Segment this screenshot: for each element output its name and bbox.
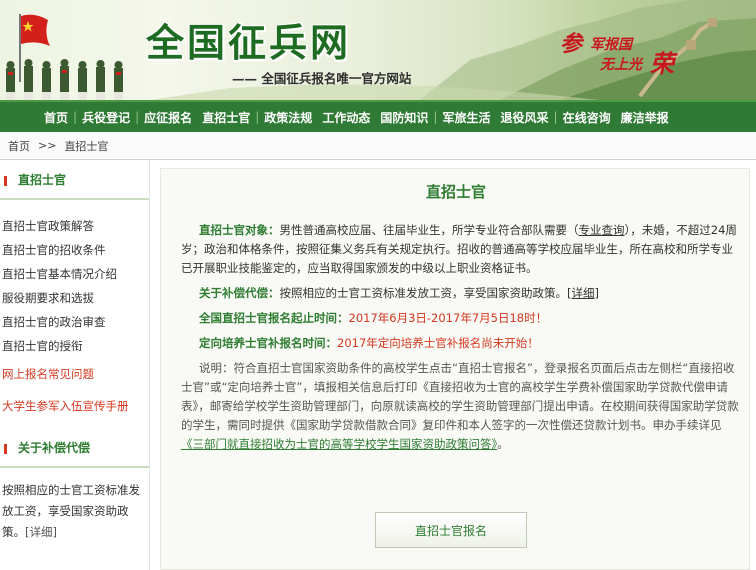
site-subtitle: —— 全国征兵报名唯一官方网站: [232, 71, 412, 86]
registration-time: 全国直招士官报名起止时间：2017年6月3日-2017年7月5日18时！: [181, 309, 741, 328]
sidebar-compensation-title: 关于补偿代偿: [0, 428, 149, 468]
compensation-paragraph: 关于补偿代偿：按照相应的士官工资标准发放工资，享受国家资助政策。[详细]: [181, 284, 741, 303]
nav-online-consult[interactable]: 在线咨询: [563, 109, 611, 126]
slogan-part-3: 无上光: [600, 57, 642, 73]
nav-veterans[interactable]: 退役风采: [501, 109, 549, 126]
sidebar-section-title: 直招士官: [0, 160, 149, 200]
nav-direct-nco[interactable]: 直招士官: [202, 109, 250, 126]
slogan-char-1: 参: [560, 31, 583, 57]
site-title: 全国征兵网: [146, 20, 352, 65]
directed-time-value: 2017年定向培养士官补报名尚未开始！: [337, 336, 539, 350]
target-text-a: 男性普通高校应届、往届毕业生，所学专业符合部队需要（: [279, 223, 579, 237]
slogan-char-4: 荣: [650, 49, 674, 78]
sidebar-item-signup-faq[interactable]: 网上报名常见问题: [0, 362, 149, 386]
slogan-part-2: 军报国: [590, 37, 632, 53]
directed-time-label: 定向培养士官补报名时间：: [199, 336, 337, 350]
nav-defense-knowledge[interactable]: 国防知识: [380, 109, 428, 126]
sidebar-item-policy-faq[interactable]: 直招士官政策解答: [0, 214, 149, 238]
nav-military-life[interactable]: 军旅生活: [442, 109, 490, 126]
note-text: 说明：符合直招士官国家资助条件的高校学生点击“直招士官报名”，登录报名页面后点击…: [181, 361, 739, 432]
sidebar-compensation-more-link[interactable]: [详细]: [25, 525, 57, 539]
note-end: 。: [497, 437, 509, 451]
sidebar-item-service-term[interactable]: 服役期要求和选拔: [0, 286, 149, 310]
direct-nco-apply-button[interactable]: 直招士官报名: [375, 512, 527, 548]
breadcrumb-separator: >>: [38, 139, 57, 152]
main-content: 直招士官 直招士官对象：男性普通高校应届、往届毕业生，所学专业符合部队需要（专业…: [160, 168, 750, 570]
nav-military-registration[interactable]: 兵役登记: [82, 109, 130, 126]
breadcrumb-current[interactable]: 直招士官: [64, 138, 108, 154]
breadcrumb: 首页 >> 直招士官: [0, 132, 756, 160]
sidebar-item-student-handbook[interactable]: 大学生参军入伍宣传手册: [0, 394, 149, 418]
nav-integrity-report[interactable]: 廉洁举报: [621, 109, 669, 126]
directed-registration-time: 定向培养士官补报名时间：2017年定向培养士官补报名尚未开始！: [181, 334, 741, 353]
nav-home[interactable]: 首页: [44, 109, 68, 126]
compensation-text: 按照相应的士官工资标准发放工资，享受国家资助政策。: [279, 286, 568, 300]
target-paragraph: 直招士官对象：男性普通高校应届、往届毕业生，所学专业符合部队需要（专业查询），未…: [181, 221, 741, 278]
compensation-more-link[interactable]: [详细]: [567, 286, 599, 300]
nav-policies[interactable]: 政策法规: [264, 109, 312, 126]
content-body: 直招士官对象：男性普通高校应届、往届毕业生，所学专业符合部队需要（专业查询），未…: [181, 221, 741, 454]
sidebar-item-conditions[interactable]: 直招士官的招收条件: [0, 238, 149, 262]
sidebar-item-rank-award[interactable]: 直招士官的授衔: [0, 334, 149, 358]
sidebar: 直招士官 直招士官政策解答 直招士官的招收条件 直招士官基本情况介绍 服役期要求…: [0, 160, 150, 570]
nav-work-news[interactable]: 工作动态: [322, 109, 370, 126]
compensation-label: 关于补偿代偿：: [199, 286, 280, 300]
major-query-link[interactable]: 专业查询: [579, 223, 625, 237]
main-nav: 首页| 兵役登记| 应征报名 | 直招士官| 政策法规 | 工作动态 | 国防知…: [0, 100, 756, 132]
registration-time-value: 2017年6月3日-2017年7月5日18时！: [348, 311, 548, 325]
slogan: 参 军报国 无上光 荣: [560, 22, 710, 78]
sidebar-list: 直招士官政策解答 直招士官的招收条件 直招士官基本情况介绍 服役期要求和选拔 直…: [0, 200, 149, 418]
sidebar-item-political-review[interactable]: 直招士官的政治审查: [0, 310, 149, 334]
site-banner: 全国征兵网 —— 全国征兵报名唯一官方网站 参 军报国 无上光 荣: [0, 0, 756, 100]
nav-enlistment-signup[interactable]: 应征报名: [144, 109, 192, 126]
sidebar-compensation-body: 按照相应的士官工资标准发放工资，享受国家资助政策。: [2, 483, 140, 539]
target-label: 直招士官对象：: [199, 223, 280, 237]
policy-qa-link[interactable]: 《三部门就直接招收为士官的高等学校学生国家资助政策问答》: [181, 437, 497, 451]
instructions-note: 说明：符合直招士官国家资助条件的高校学生点击“直招士官报名”，登录报名页面后点击…: [181, 359, 741, 454]
sidebar-compensation-text: 按照相应的士官工资标准发放工资，享受国家资助政策。[详细]: [0, 468, 149, 543]
breadcrumb-home[interactable]: 首页: [8, 138, 30, 154]
marching-soldiers-graphic: [6, 59, 123, 100]
sidebar-item-introduction[interactable]: 直招士官基本情况介绍: [0, 262, 149, 286]
registration-time-label: 全国直招士官报名起止时间：: [199, 311, 349, 325]
page-title: 直招士官: [425, 183, 486, 201]
